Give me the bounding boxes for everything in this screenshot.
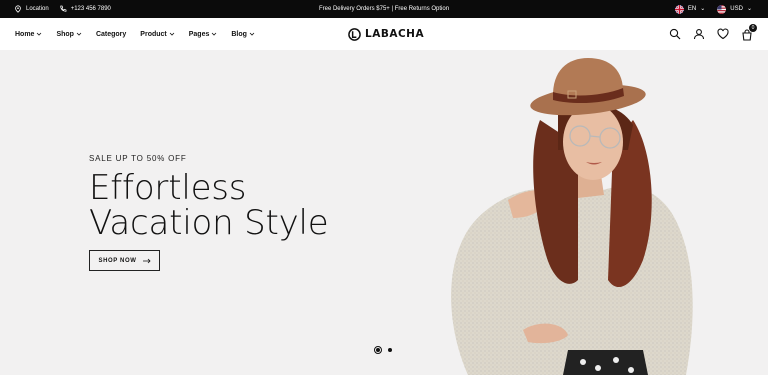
currency-selector[interactable]: USD ⌄ [717, 4, 752, 14]
header-actions: 0 [669, 18, 757, 50]
nav-item-label: Shop [56, 30, 74, 38]
nav-item-product[interactable]: Product [140, 30, 175, 38]
us-flag-icon [717, 4, 727, 14]
cart-button[interactable]: 0 [741, 24, 757, 41]
language-selector[interactable]: EN ⌄ [674, 4, 706, 14]
main-header: Home Shop Category Product Pages Blog LA… [0, 18, 768, 50]
hero-headline: Effortless Vacation Style [89, 171, 329, 241]
currency-label: USD [730, 6, 743, 12]
chevron-down-icon: ⌄ [700, 6, 706, 12]
nav-item-label: Blog [231, 30, 247, 38]
chevron-down-icon [249, 32, 255, 36]
nav-item-label: Category [95, 30, 127, 38]
nav-item-blog[interactable]: Blog [231, 31, 255, 38]
main-navigation: Home Shop Category Product Pages Blog [15, 18, 255, 50]
hero-headline-line-1: Effortless [89, 168, 247, 208]
carousel-dot-2[interactable] [388, 348, 392, 352]
hero-headline-line-2: Vacation Style [89, 203, 329, 243]
nav-item-shop[interactable]: Shop [56, 31, 82, 38]
shop-now-button[interactable]: SHOP NOW [89, 250, 160, 271]
nav-item-category[interactable]: Category [96, 31, 126, 38]
language-label: EN [687, 6, 697, 12]
brand-name: LABACHA [365, 28, 425, 40]
shop-now-label: SHOP NOW [98, 257, 137, 264]
nav-item-home[interactable]: Home [15, 31, 42, 38]
carousel-dot-1[interactable] [374, 346, 382, 354]
hero-banner: SALE UP TO 50% OFF Effortless Vacation S… [0, 50, 768, 375]
hero-eyebrow: SALE UP TO 50% OFF [89, 154, 187, 163]
search-icon[interactable] [669, 28, 681, 40]
carousel-pagination [374, 346, 392, 354]
hero-model-image [451, 58, 693, 375]
hero-text-block: SALE UP TO 50% OFF Effortless Vacation S… [89, 154, 329, 241]
chevron-down-icon [76, 32, 82, 36]
chevron-down-icon: ⌄ [746, 6, 752, 12]
top-announcement-bar: Location +123 456 7890 Free Delivery Ord… [0, 0, 768, 18]
nav-item-label: Pages [188, 30, 210, 38]
uk-flag-icon [674, 4, 684, 14]
chevron-down-icon [212, 32, 217, 36]
nav-item-pages[interactable]: Pages [189, 31, 218, 38]
logo-mark-icon [348, 27, 361, 41]
chevron-down-icon [37, 32, 42, 36]
user-icon[interactable] [693, 28, 705, 40]
nav-item-label: Product [140, 30, 167, 38]
nav-item-label: Home [15, 30, 35, 38]
chevron-down-icon [169, 32, 175, 36]
heart-icon[interactable] [717, 28, 729, 40]
brand-logo[interactable]: LABACHA [348, 18, 424, 50]
cart-count-badge: 0 [749, 24, 757, 32]
arrow-right-icon [142, 258, 151, 263]
promo-message: Free Delivery Orders $75+ | Free Returns… [318, 6, 450, 12]
